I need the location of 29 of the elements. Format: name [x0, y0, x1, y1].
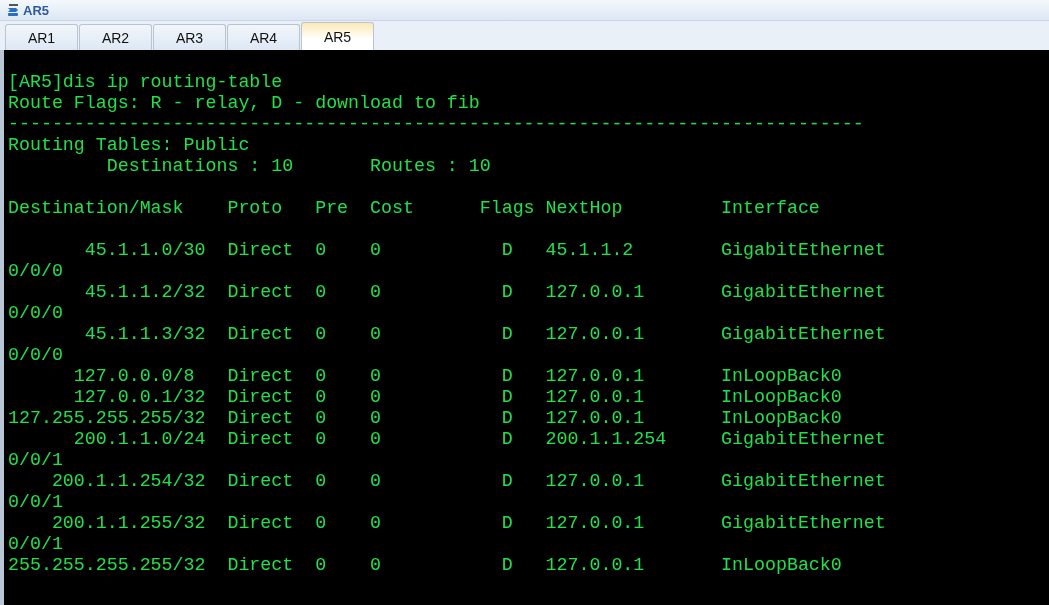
terminal-line: 0/0/0: [8, 261, 63, 281]
terminal-line: 0/0/1: [8, 492, 63, 512]
tab[interactable]: AR3: [153, 24, 226, 50]
window-title: AR5: [23, 2, 49, 18]
tab[interactable]: AR1: [5, 24, 78, 50]
app-icon: [6, 3, 20, 17]
tab[interactable]: AR2: [79, 24, 152, 50]
terminal-line: 0/0/0: [8, 345, 63, 365]
terminal-line: 255.255.255.255/32 Direct 0 0 D 127.0.0.1 InLoopBack0: [8, 555, 842, 575]
terminal-line: 0/0/1: [8, 534, 63, 554]
terminal-line: 200.1.1.254/32 Direct 0 0 D 127.0.0.1 GigabitEthernet: [50, 471, 886, 491]
tab[interactable]: AR4: [227, 24, 300, 50]
terminal-line: 200.1.1.255/32 Direct 0 0 D 127.0.0.1 GigabitEthernet: [50, 513, 886, 533]
terminal-line: Route Flags: R - relay, D - download to fib: [8, 93, 480, 113]
terminal-line: 127.255.255.255/32 Direct 0 0 D 127.0.0.1 InLoopBack0: [8, 408, 842, 428]
terminal-line: 0/0/1: [8, 450, 63, 470]
terminal-line: Routing Tables: Public: [8, 135, 250, 155]
terminal-line: 45.1.1.3/32 Direct 0 0 D 127.0.0.1 GigabitEthernet: [83, 324, 886, 344]
terminal-line: ------------------------------------------------------------------------------: [8, 114, 864, 134]
terminal-line: 45.1.1.0/30 Direct 0 0 D 45.1.1.2 GigabitEthernet: [83, 240, 886, 260]
tab[interactable]: AR5: [301, 22, 374, 50]
terminal-line: Destination/Mask Proto Pre Cost Flags NextHop Interface: [8, 198, 820, 218]
terminal-line: 127.0.0.1/32 Direct 0 0 D 127.0.0.1 InLoopBack0: [72, 387, 842, 407]
terminal-line: 200.1.1.0/24 Direct 0 0 D 200.1.1.254 GigabitEthernet: [72, 429, 886, 449]
terminal-line: 0/0/0: [8, 303, 63, 323]
terminal-line: 45.1.1.2/32 Direct 0 0 D 127.0.0.1 GigabitEthernet: [83, 282, 886, 302]
terminal-line: 127.0.0.0/8 Direct 0 0 D 127.0.0.1 InLoopBack0: [72, 366, 842, 386]
terminal-line: Destinations : 10 Routes : 10: [105, 156, 491, 176]
terminal-line: [AR5]dis ip routing-table: [8, 72, 283, 92]
